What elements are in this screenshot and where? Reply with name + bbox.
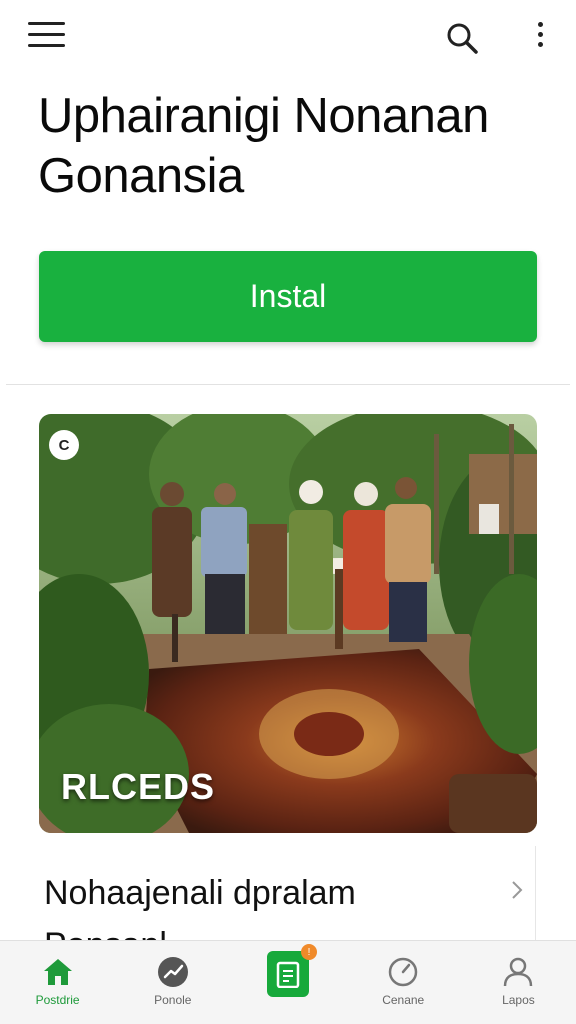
home-icon: [43, 959, 72, 985]
nav-item-profile[interactable]: Lapos: [461, 941, 576, 1024]
nav-item-home[interactable]: Postdrie: [0, 941, 115, 1024]
nav-label: Lapos: [502, 993, 535, 1007]
chevron-right-icon: [512, 881, 523, 899]
top-app-bar: [0, 0, 576, 72]
gauge-icon: [388, 957, 418, 987]
more-vertical-icon[interactable]: [528, 22, 552, 52]
nav-label: Cenane: [382, 993, 425, 1007]
list-item-title: Nohaajenali dpralam: [44, 874, 356, 912]
search-icon[interactable]: [444, 20, 480, 56]
hamburger-menu-icon[interactable]: [28, 22, 68, 52]
profile-icon: [504, 957, 533, 987]
nav-item-gauge[interactable]: Cenane: [346, 941, 461, 1024]
divider: [6, 384, 570, 385]
image-badge: C: [49, 430, 79, 460]
hero-image[interactable]: C RLCEDS: [39, 414, 537, 833]
clipboard-icon: !: [267, 944, 317, 997]
list-item-subtitle: Ponsanl: [44, 926, 167, 940]
hero-caption: RLCEDS: [61, 766, 216, 807]
trending-icon: [157, 957, 188, 987]
notification-badge: !: [301, 944, 317, 960]
nav-item-trending[interactable]: Ponole: [115, 941, 230, 1024]
app-title: Uphairanigi Nonanan Gonansia: [38, 89, 489, 203]
list-item[interactable]: Nohaajenali dpralam Ponsanl: [0, 846, 536, 940]
nav-label: Ponole: [154, 993, 192, 1007]
bottom-navigation: Postdrie Ponole ! Cenane Lapos: [0, 940, 576, 1024]
install-button[interactable]: Instal: [39, 251, 537, 342]
nav-label: Postdrie: [35, 993, 80, 1007]
nav-item-clipboard[interactable]: !: [230, 941, 345, 1024]
